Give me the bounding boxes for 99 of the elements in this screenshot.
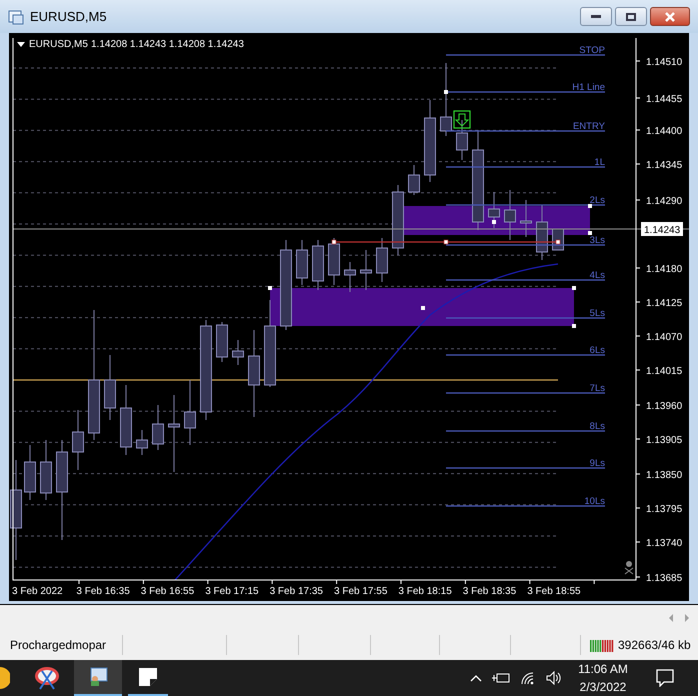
anchor-handle[interactable] [572, 324, 576, 328]
close-button[interactable] [650, 7, 690, 26]
price-label: 1.13685 [646, 573, 682, 584]
window-title: EURUSD,M5 [30, 8, 107, 26]
candle [152, 404, 164, 450]
time-label: 3 Feb 18:55 [527, 586, 581, 597]
notifications-icon[interactable] [656, 669, 674, 687]
level-label: H1 Line [572, 82, 605, 93]
candle [136, 430, 148, 456]
candle [376, 238, 388, 282]
anchor-handle[interactable] [492, 220, 496, 224]
clock-date[interactable]: 2/3/2022 [580, 678, 626, 696]
minimize-button[interactable] [580, 7, 612, 26]
candle [232, 340, 244, 366]
candle [360, 250, 372, 290]
wifi-icon[interactable] [520, 671, 536, 685]
time-label: 3 Feb 2022 [12, 586, 63, 597]
candle [392, 184, 404, 256]
terminal-taskbar-button[interactable] [74, 660, 122, 696]
connection-bars-icon [590, 638, 614, 652]
time-label: 3 Feb 18:35 [462, 586, 516, 597]
clock-time[interactable]: 11:06 AM [578, 660, 628, 678]
level-label: 1L [594, 157, 605, 168]
time-label: 3 Feb 18:15 [398, 586, 452, 597]
candle [24, 444, 36, 500]
level-label: 5Ls [590, 308, 605, 319]
snipping-tool-icon[interactable] [32, 665, 62, 691]
time-label: 3 Feb 17:55 [334, 586, 388, 597]
candle [312, 240, 324, 290]
price-label: 1.14290 [646, 196, 682, 207]
price-label: 1.14510 [646, 57, 682, 68]
restore-button[interactable] [615, 7, 647, 26]
symbol-name: EURUSD,M5 [29, 39, 88, 50]
current-price-tag: 1.14243 [641, 222, 683, 236]
candle [72, 410, 84, 470]
price-label: 1.13850 [646, 470, 682, 481]
candle [40, 440, 52, 500]
candle [104, 354, 116, 420]
level-label: 9Ls [590, 458, 605, 469]
candle [344, 262, 356, 292]
candle [456, 120, 468, 160]
price-label: 1.14070 [646, 332, 682, 343]
level-label: 6Ls [590, 345, 605, 356]
chart-window-icon [8, 8, 24, 24]
candle [296, 240, 308, 286]
scroll-left-icon[interactable] [668, 614, 674, 622]
anchor-handle[interactable] [588, 231, 592, 235]
zone-rectangle[interactable] [270, 288, 574, 326]
level-label: 4Ls [590, 270, 605, 281]
anchor-handle[interactable] [572, 286, 576, 290]
skull-icon [624, 561, 634, 574]
candle [216, 322, 228, 362]
candle [520, 200, 532, 238]
level-label: STOP [579, 45, 605, 56]
candle [488, 192, 500, 228]
browser-icon[interactable] [0, 667, 10, 689]
close-icon [664, 12, 676, 22]
candle [328, 238, 340, 286]
trend-line[interactable] [332, 240, 560, 244]
sticky-note-icon [138, 667, 158, 687]
time-label: 3 Feb 16:35 [76, 586, 130, 597]
level-line[interactable] [446, 204, 605, 206]
level-label: ENTRY [572, 121, 605, 132]
anchor-handle[interactable] [588, 204, 592, 208]
dropdown-triangle-icon[interactable] [17, 42, 25, 47]
level-label: 10Ls [584, 496, 605, 507]
price-label: 1.14455 [646, 94, 682, 105]
speaker-icon[interactable] [546, 671, 562, 685]
price-label: 1.13960 [646, 401, 682, 412]
account-name: Prochargedmopar [0, 635, 123, 655]
candle [120, 384, 132, 456]
level-label: 7Ls [590, 383, 605, 394]
anchor-handle[interactable] [421, 306, 425, 310]
chevron-up-icon[interactable] [470, 674, 482, 682]
time-label: 3 Feb 17:35 [270, 586, 323, 597]
level-label: 3Ls [590, 235, 605, 246]
level-label: 8Ls [590, 421, 605, 432]
time-label: 3 Feb 17:15 [205, 586, 259, 597]
price-label: 1.14345 [646, 160, 682, 171]
candle [504, 190, 516, 240]
candle [536, 204, 548, 260]
candle [184, 380, 196, 446]
anchor-handle[interactable] [268, 286, 272, 290]
traffic-text: 392663/46 kb [618, 637, 691, 654]
anchor-handle[interactable] [444, 90, 448, 94]
scroll-right-icon[interactable] [684, 614, 690, 622]
price-label: 1.14180 [646, 264, 682, 275]
battery-plug-icon[interactable] [492, 672, 510, 684]
level-label: 2Ls [590, 195, 605, 206]
price-label: 1.13905 [646, 435, 682, 446]
price-label: 1.13795 [646, 504, 682, 515]
time-label: 3 Feb 16:55 [140, 586, 194, 597]
horizontal-line[interactable] [13, 379, 558, 381]
ohlc-values: 1.14208 1.14243 1.14208 1.14243 [91, 39, 244, 50]
price-label: 1.14400 [646, 126, 682, 137]
price-label: 1.13740 [646, 538, 682, 549]
candle [408, 164, 420, 196]
price-label: 1.14015 [646, 366, 682, 377]
price-label: 1.14125 [646, 298, 682, 309]
